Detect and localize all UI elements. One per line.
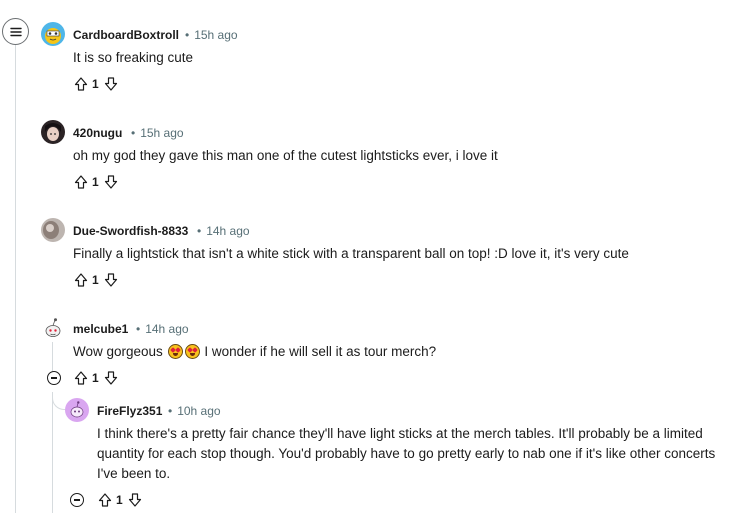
comment-author[interactable]: Due-Swordfish-8833 bbox=[73, 224, 188, 238]
menu-icon bbox=[9, 27, 22, 36]
upvote-icon[interactable] bbox=[73, 272, 89, 288]
comment-timestamp[interactable]: 10h ago bbox=[168, 404, 220, 418]
vote-bar: 1 bbox=[73, 271, 119, 289]
downvote-icon[interactable] bbox=[103, 174, 119, 190]
comment-body: It is so freaking cute bbox=[73, 50, 194, 65]
downvote-icon[interactable] bbox=[103, 370, 119, 386]
avatar[interactable] bbox=[41, 22, 65, 46]
comment-author[interactable]: FireFlyz351 bbox=[97, 404, 162, 418]
vote-bar: 1 bbox=[73, 173, 119, 191]
vote-count: 1 bbox=[92, 175, 99, 189]
snoo-avatar bbox=[41, 316, 65, 340]
comment-author[interactable]: CardboardBoxtroll bbox=[73, 28, 179, 42]
avatar[interactable] bbox=[41, 218, 65, 242]
upvote-icon[interactable] bbox=[73, 174, 89, 190]
heart-eyes-emoji-icon bbox=[167, 344, 183, 359]
reply-thread-line bbox=[52, 392, 53, 513]
yellow-snoo-avatar bbox=[41, 22, 65, 46]
collapse-comment-button[interactable] bbox=[47, 371, 61, 385]
collapse-comment-button[interactable] bbox=[70, 493, 84, 507]
heart-eyes-emoji-icon bbox=[184, 344, 200, 359]
photo-avatar bbox=[41, 120, 65, 144]
vote-count: 1 bbox=[92, 77, 99, 91]
comment-body: I think there's a pretty fair chance the… bbox=[97, 426, 716, 481]
comment-timestamp[interactable]: 15h ago bbox=[131, 126, 183, 140]
vote-bar: 1 bbox=[97, 491, 143, 509]
comment-author[interactable]: melcube1 bbox=[73, 322, 128, 336]
collapse-thread-button[interactable] bbox=[2, 18, 29, 45]
vote-bar: 1 bbox=[73, 369, 119, 387]
avatar[interactable] bbox=[41, 316, 65, 340]
vote-count: 1 bbox=[92, 371, 99, 385]
comment-timestamp[interactable]: 15h ago bbox=[185, 28, 237, 42]
avatar[interactable] bbox=[41, 120, 65, 144]
downvote-icon[interactable] bbox=[103, 76, 119, 92]
comment-author[interactable]: 420nugu bbox=[73, 126, 122, 140]
purple-snoo-avatar bbox=[65, 398, 89, 422]
comment-body: Wow gorgeous I wonder if he will sell it… bbox=[73, 342, 436, 362]
comment-timestamp[interactable]: 14h ago bbox=[136, 322, 188, 336]
comment-body: Finally a lightstick that isn't a white … bbox=[73, 246, 629, 261]
downvote-icon[interactable] bbox=[127, 492, 143, 508]
upvote-icon[interactable] bbox=[97, 492, 113, 508]
vote-count: 1 bbox=[92, 273, 99, 287]
vote-count: 1 bbox=[116, 493, 123, 507]
comment-timestamp[interactable]: 14h ago bbox=[197, 224, 249, 238]
comment-body-text: Wow gorgeous bbox=[73, 344, 163, 359]
comment-body-text: I wonder if he will sell it as tour merc… bbox=[204, 344, 437, 359]
upvote-icon[interactable] bbox=[73, 76, 89, 92]
vote-bar: 1 bbox=[73, 75, 119, 93]
thread-line bbox=[15, 45, 16, 513]
comment-body: oh my god they gave this man one of the … bbox=[73, 148, 498, 163]
avatar[interactable] bbox=[65, 398, 89, 422]
grey-photo-avatar bbox=[41, 218, 65, 242]
upvote-icon[interactable] bbox=[73, 370, 89, 386]
downvote-icon[interactable] bbox=[103, 272, 119, 288]
